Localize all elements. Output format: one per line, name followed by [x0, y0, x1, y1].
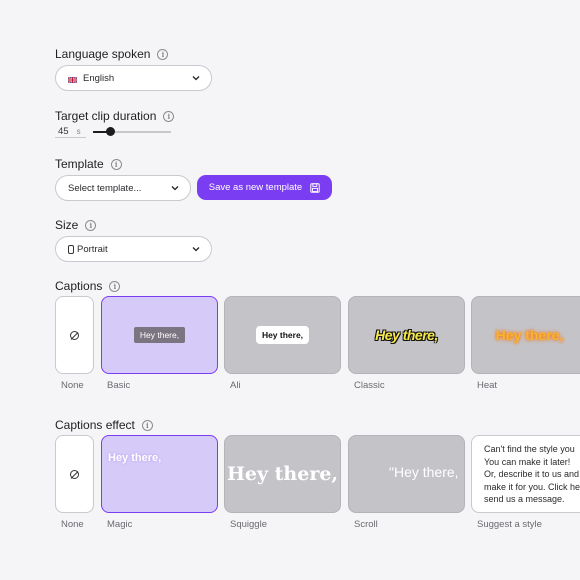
caption-card-label: Heat	[477, 380, 498, 391]
suggest-line: make it for you. Click he	[484, 481, 580, 492]
captions-label-row: Captions i	[55, 279, 121, 293]
duration-label-row: Target clip duration i	[55, 109, 175, 123]
floppy-disk-icon	[310, 182, 320, 193]
chevron-down-icon	[192, 76, 200, 81]
info-icon[interactable]: i	[163, 110, 175, 122]
caption-card-label: Classic	[354, 380, 385, 391]
caption-preview: Hey there,	[255, 326, 310, 344]
captions-effect-label-row: Captions effect i	[55, 418, 153, 432]
effect-preview: Hey there,	[226, 463, 339, 485]
effect-card-magic[interactable]: Hey there,	[101, 435, 218, 513]
effect-preview: Hey there,	[108, 452, 162, 464]
effect-card-label: Scroll	[354, 519, 378, 530]
effect-preview: "Hey there,	[389, 464, 459, 480]
size-label: Size	[55, 218, 79, 232]
effect-card-label: None	[61, 519, 84, 530]
info-icon[interactable]: i	[109, 280, 121, 292]
caption-card-label: None	[61, 380, 84, 391]
caption-card-basic[interactable]: Hey there,	[101, 296, 218, 374]
caption-preview: Hey there,	[375, 327, 438, 343]
caption-preview: Hey there,	[495, 327, 564, 343]
caption-card-label: Ali	[230, 380, 241, 391]
info-icon[interactable]: i	[110, 158, 122, 170]
info-icon[interactable]: i	[157, 48, 169, 60]
suggest-line: send us a message.	[484, 494, 565, 504]
template-label-row: Template i	[55, 157, 122, 171]
suggest-line: You can make it later!	[484, 456, 571, 467]
captions-effect-label: Captions effect	[55, 418, 135, 432]
prohibited-icon	[70, 330, 79, 340]
size-select[interactable]: Portrait	[55, 236, 212, 262]
duration-slider-thumb[interactable]	[106, 127, 116, 136]
info-icon[interactable]: i	[85, 219, 97, 231]
captions-label: Captions	[55, 279, 103, 293]
duration-slider[interactable]	[93, 127, 171, 136]
effect-card-label: Squiggle	[230, 519, 267, 530]
chevron-down-icon	[171, 186, 179, 191]
duration-value: 45	[58, 126, 69, 137]
suggest-line: Can't find the style you	[484, 444, 575, 454]
language-value: English	[83, 72, 115, 84]
caption-card-classic[interactable]: Hey there,	[348, 296, 465, 374]
template-label: Template	[55, 157, 104, 171]
language-label-row: Language spoken i	[55, 47, 169, 61]
chevron-down-icon	[192, 247, 200, 252]
template-placeholder: Select template...	[68, 182, 142, 194]
language-label: Language spoken	[55, 47, 151, 61]
size-label-row: Size i	[55, 218, 97, 232]
effect-card-scroll[interactable]: "Hey there,	[348, 435, 465, 513]
save-template-button[interactable]: Save as new template	[197, 175, 332, 200]
caption-preview: Hey there,	[133, 327, 186, 343]
caption-card-ali[interactable]: Hey there,	[224, 296, 341, 374]
caption-card-none[interactable]	[55, 296, 94, 374]
caption-card-label: Basic	[107, 380, 131, 391]
effect-card-none[interactable]	[55, 435, 94, 513]
suggest-line: Or, describe it to us and	[484, 469, 580, 479]
effect-card-suggest[interactable]: Can't find the style you You can make it…	[471, 435, 580, 513]
duration-unit: s	[76, 127, 81, 136]
size-value: Portrait	[77, 243, 108, 255]
template-select[interactable]: Select template...	[55, 175, 191, 201]
caption-card-heat[interactable]: Hey there,	[471, 296, 580, 374]
uk-flag-icon	[67, 75, 78, 84]
language-select[interactable]: English	[55, 65, 212, 91]
info-icon[interactable]: i	[141, 419, 153, 431]
save-template-label: Save as new template	[208, 182, 303, 193]
duration-label: Target clip duration	[55, 109, 157, 123]
prohibited-icon	[70, 469, 79, 479]
effect-card-label: Suggest a style	[477, 519, 542, 530]
effect-card-squiggle[interactable]: Hey there,	[224, 435, 341, 513]
portrait-icon	[68, 244, 74, 254]
duration-input[interactable]: 45 s	[55, 126, 86, 138]
effect-card-label: Magic	[107, 519, 133, 530]
